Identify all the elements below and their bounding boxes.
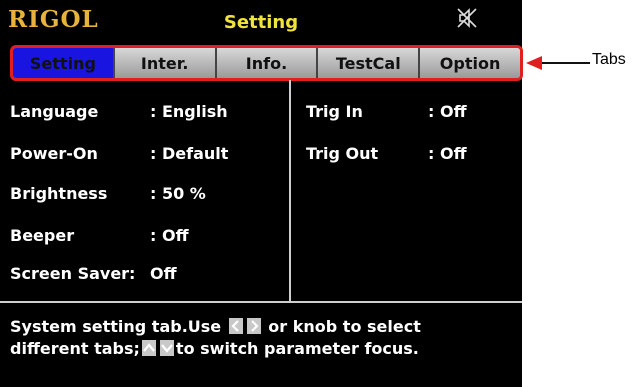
help-divider [0,301,522,303]
tab-interface[interactable]: Inter. [114,48,217,78]
setting-language-value[interactable]: : English [150,102,228,121]
setting-trigout-value[interactable]: : Off [428,144,467,163]
help-line2-end: to switch parameter focus. [175,339,419,358]
down-arrow-icon [159,340,174,356]
callout-tabs-label: Tabs [592,51,626,68]
setting-screensaver-label[interactable]: Screen Saver: [10,264,135,283]
setting-trigin-value[interactable]: : Off [428,102,467,121]
help-line1-end: or knob to select [268,317,421,336]
setting-screensaver-value[interactable]: Off [150,264,177,283]
callout-arrow-icon [526,56,542,70]
help-text: System setting tab.Use or knob to select… [10,316,421,360]
setting-brightness-label[interactable]: Brightness [10,184,107,203]
setting-beeper-value[interactable]: : Off [150,226,189,245]
left-arrow-icon [228,318,243,334]
up-arrow-icon [141,340,156,356]
tab-info[interactable]: Info. [216,48,319,78]
setting-brightness-value[interactable]: : 50 % [150,184,206,203]
help-line1-start: System setting tab.Use [10,317,222,336]
setting-poweron-value[interactable]: : Default [150,144,228,163]
title-bar: RIGOL Setting [0,0,522,38]
tab-setting[interactable]: Setting [13,48,115,78]
column-divider [289,80,291,301]
setting-beeper-label[interactable]: Beeper [10,226,74,245]
tab-testcal[interactable]: TestCal [318,48,421,78]
right-arrow-icon [246,318,261,334]
instrument-screen: RIGOL Setting Setting Inter. Info. TestC… [0,0,523,387]
setting-poweron-label[interactable]: Power-On [10,144,98,163]
tab-option[interactable]: Option [420,48,520,78]
help-line2-start: different tabs; [10,339,140,358]
setting-language-label[interactable]: Language [10,102,98,121]
page-title: Setting [223,12,299,33]
setting-trigin-label[interactable]: Trig In [306,102,363,121]
setting-trigout-label[interactable]: Trig Out [306,144,378,163]
speaker-muted-icon [457,8,477,28]
tab-bar: Setting Inter. Info. TestCal Option [10,45,523,81]
